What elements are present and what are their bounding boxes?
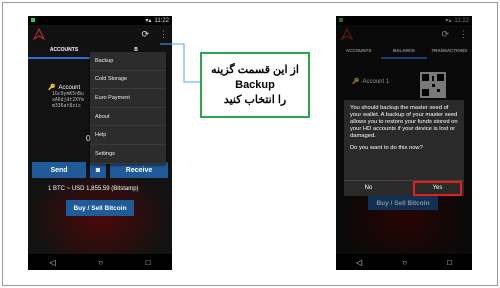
camera-icon[interactable]: ◙ — [90, 162, 106, 178]
menu-item-backup[interactable]: Backup — [90, 52, 166, 71]
overflow-menu: Backup Cold Storage Euro Payment About H… — [90, 52, 166, 164]
callout-line: را انتخاب کنید — [223, 93, 287, 106]
buy-sell-button[interactable]: Buy / Sell Bitcoin — [66, 200, 134, 216]
menu-item-help[interactable]: Help — [90, 126, 166, 145]
status-bar: ▾▴ 11:22 — [28, 16, 172, 25]
callout-line: از این قسمت گزینه — [211, 63, 299, 76]
no-button[interactable]: No — [344, 181, 393, 196]
key-icon: 🔑 — [48, 85, 56, 91]
menu-item-cold-storage[interactable]: Cold Storage — [90, 71, 166, 90]
phone-right: ▾▴ 11:22 ⟳ ⋮ ACCOUNTS BALANCE TRANSACTIO… — [336, 16, 472, 270]
signal-icon: ▾▴ — [145, 18, 152, 24]
nav-bar: ◁ ○ □ — [28, 254, 172, 270]
dialog-buttons: No Yes — [344, 180, 464, 196]
account-row[interactable]: 🔑 Account — [48, 84, 81, 92]
address-line: m336at8zis — [52, 104, 81, 109]
instruction-callout: از این قسمت گزینه Backup را انتخاب کنید — [200, 52, 310, 118]
dialog-message: You should backup the master seed of you… — [350, 105, 458, 139]
address-block: 1Gc9ymK5nBu xA6djdt2XYm m336at8zis — [52, 92, 84, 110]
menu-item-about[interactable]: About — [90, 108, 166, 127]
receive-button[interactable]: Receive — [110, 162, 168, 178]
notification-icon — [31, 18, 35, 22]
home-icon[interactable]: ○ — [402, 258, 407, 267]
dialog-question: Do you want to do this now? — [350, 145, 423, 151]
nav-bar: ◁ ○ □ — [336, 254, 472, 270]
overflow-menu-icon[interactable]: ⋮ — [159, 29, 168, 40]
status-time: 11:22 — [154, 17, 169, 24]
menu-item-settings[interactable]: Settings — [90, 145, 166, 164]
menu-item-euro-payment[interactable]: Euro Payment — [90, 89, 166, 108]
back-icon[interactable]: ◁ — [356, 258, 362, 267]
account-label: Account — [58, 84, 81, 91]
recents-icon[interactable]: □ — [447, 258, 452, 267]
yes-button[interactable]: Yes — [413, 181, 462, 196]
mycelium-logo-icon — [33, 28, 45, 40]
back-icon[interactable]: ◁ — [49, 258, 55, 267]
backup-dialog: You should backup the master seed of you… — [344, 100, 464, 196]
refresh-icon[interactable]: ⟳ — [141, 29, 149, 40]
app-bar: ⟳ ⋮ — [28, 25, 172, 43]
recents-icon[interactable]: □ — [146, 258, 151, 267]
exchange-rate: 1 BTC ~ USD 1,855.59 (Bitstamp) — [48, 186, 139, 192]
home-icon[interactable]: ○ — [98, 258, 103, 267]
send-button[interactable]: Send — [32, 162, 86, 178]
callout-line: Backup — [235, 78, 275, 91]
